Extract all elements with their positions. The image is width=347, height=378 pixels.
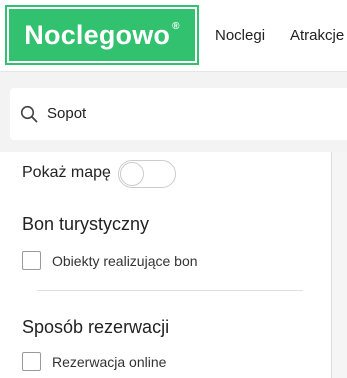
section-title-sposob-rezerwacji: Sposób rezerwacji bbox=[22, 317, 170, 337]
nav-noclegi-link[interactable]: Noclegi bbox=[215, 27, 265, 44]
section-divider bbox=[37, 290, 303, 291]
noclegowo-logo[interactable]: Noclegowo ® bbox=[5, 5, 199, 65]
filters-sidebar: Pokaż mapę Bon turystyczny Obiekty reali… bbox=[0, 152, 332, 378]
section-title-bon-turystyczny: Bon turystyczny bbox=[22, 214, 150, 234]
search-icon bbox=[20, 105, 38, 123]
search-input[interactable]: Sopot bbox=[10, 88, 347, 140]
toggle-knob bbox=[120, 162, 144, 186]
search-band: Sopot bbox=[0, 72, 347, 152]
nav-atrakcje-link[interactable]: Atrakcje bbox=[290, 27, 344, 44]
checkbox-rezerwacja-online[interactable] bbox=[22, 352, 41, 371]
logo-text: Noclegowo bbox=[24, 19, 171, 50]
results-area bbox=[332, 152, 347, 378]
show-map-toggle[interactable] bbox=[118, 160, 176, 188]
registered-mark: ® bbox=[172, 20, 180, 32]
checkbox-label-obiekty-realizujace-bon[interactable]: Obiekty realizujące bon bbox=[52, 253, 198, 269]
site-header: Noclegowo ® Noclegi Atrakcje bbox=[0, 0, 347, 72]
show-map-label: Pokaż mapę bbox=[22, 164, 111, 181]
search-value: Sopot bbox=[47, 105, 87, 122]
checkbox-obiekty-realizujace-bon[interactable] bbox=[22, 251, 41, 270]
checkbox-label-rezerwacja-online[interactable]: Rezerwacja online bbox=[52, 354, 166, 370]
